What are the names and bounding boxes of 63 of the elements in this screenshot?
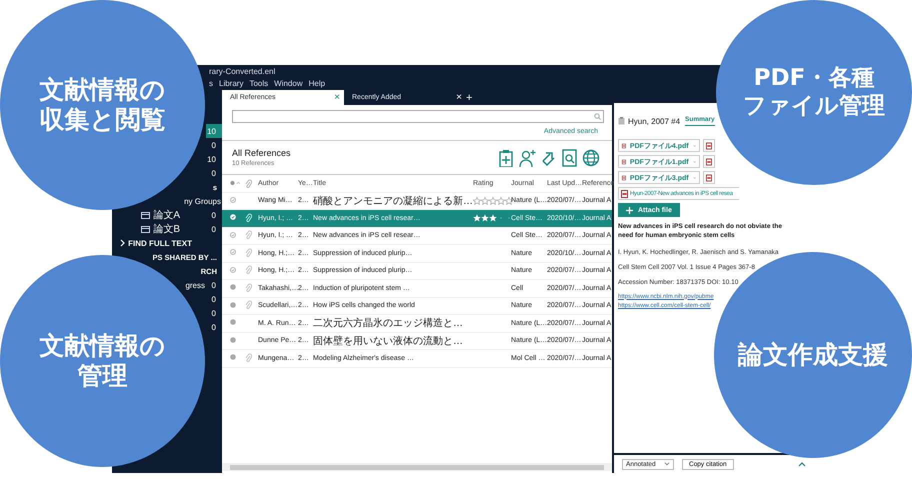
item-count: 0: [210, 224, 217, 234]
file-chip[interactable]: [703, 155, 715, 168]
item-count: 0: [210, 140, 217, 150]
reference-heading: Hyun, 2007 #4: [628, 116, 680, 126]
close-button[interactable]: ×: [334, 92, 340, 103]
table-cell-text: 二次元六方晶氷のエッジ構造と…: [312, 316, 464, 330]
scrollbar-thumb[interactable]: [230, 464, 604, 470]
item-count: 0: [210, 308, 217, 318]
chevron-up-icon[interactable]: [798, 462, 806, 466]
sidebar-label[interactable]: FIND FULL TEXT: [128, 238, 192, 248]
globe-icon[interactable]: [582, 148, 600, 166]
menu-item[interactable]: Library: [219, 79, 244, 88]
feature-title: 文献情報の: [40, 75, 166, 105]
item-count: 10: [206, 126, 217, 136]
pdf-file-icon: [706, 158, 712, 166]
feature-title: 管理: [78, 361, 128, 391]
item-count: 0: [210, 280, 217, 290]
item-count: 0: [210, 294, 217, 304]
folder-icon: [141, 225, 150, 233]
paperclip-icon: [245, 178, 252, 188]
table-cell-text: 固体壁を用いない液体の流動と…: [312, 334, 464, 348]
sidebar-label[interactable]: gress: [185, 280, 205, 290]
menu-item[interactable]: Help: [308, 79, 326, 88]
file-chip[interactable]: [703, 171, 715, 184]
status-dot-icon: [230, 180, 240, 186]
pdf-file-icon: [621, 190, 628, 198]
chevron-right-icon: [120, 239, 126, 247]
horizontal-scrollbar[interactable]: [222, 463, 612, 471]
chevron-down-icon: [664, 462, 670, 466]
sidebar-label[interactable]: ny Groups: [184, 196, 221, 206]
document-search-icon[interactable]: [561, 148, 579, 166]
star-rating[interactable]: [473, 196, 513, 205]
search-field[interactable]: [232, 110, 604, 123]
feature-title: 論文作成支援: [738, 340, 888, 370]
folder-icon: [141, 211, 150, 219]
feature-title: 文献情報の: [40, 331, 166, 361]
feature-title: PDF・各種: [754, 64, 874, 92]
window-title: rary-Converted.enl: [209, 67, 276, 76]
sidebar-label[interactable]: 論文B: [153, 222, 180, 236]
pdf-file-icon: [706, 142, 712, 150]
feature-title: ファイル管理: [743, 92, 885, 120]
list-title: All References: [232, 148, 291, 158]
item-count: 10: [206, 154, 217, 164]
close-button[interactable]: ×: [456, 92, 462, 103]
item-count: 0: [210, 322, 217, 332]
feature-title: 収集と閲覧: [40, 105, 166, 135]
new-tab-button[interactable]: +: [466, 92, 472, 104]
menu-item[interactable]: s: [209, 79, 213, 88]
item-count: 0: [210, 210, 217, 220]
plus-icon: [626, 206, 633, 214]
pdf-file-icon: [706, 174, 712, 182]
item-count: 0: [210, 168, 217, 178]
pdf-file-icon: [622, 142, 626, 150]
sidebar-label[interactable]: 論文A: [153, 208, 180, 222]
pdf-file-icon: [622, 174, 626, 182]
pdf-file-icon: [622, 158, 626, 166]
file-chip[interactable]: [703, 139, 715, 152]
menu-item[interactable]: Tools: [249, 79, 268, 88]
add-person-icon[interactable]: [519, 148, 537, 166]
clipboard-icon: [618, 117, 625, 125]
menu-item[interactable]: Window: [274, 79, 303, 88]
table-cell-text: 硝酸とアンモニアの凝縮による新…: [312, 194, 471, 208]
search-icon: [594, 113, 601, 120]
